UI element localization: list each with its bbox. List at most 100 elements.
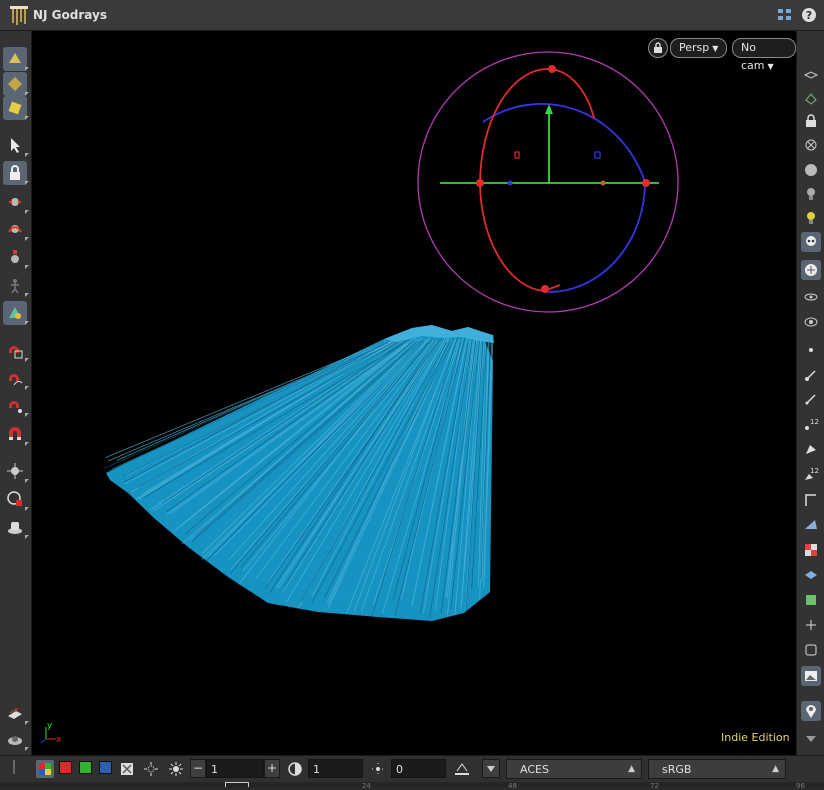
magnet-box-icon[interactable] (3, 338, 27, 362)
stamp-icon[interactable] (3, 727, 27, 751)
gizmo-red-ring (479, 68, 595, 292)
light-icon[interactable] (801, 184, 821, 204)
camera-label: No cam (741, 41, 765, 72)
skull-icon[interactable] (801, 232, 821, 252)
window-title: NJ Godrays (33, 8, 107, 22)
perspective-menu-button[interactable]: Persp ▼ (670, 38, 728, 58)
axis-icon[interactable] (801, 615, 821, 635)
lock-icon[interactable] (801, 111, 821, 131)
axis-indicator: y x (36, 719, 70, 751)
lut-toggle-icon[interactable] (453, 760, 471, 778)
timeline-marker[interactable] (225, 782, 249, 787)
updown-arrow-icon: ▲ (628, 764, 635, 774)
gizmo-handle-top (548, 65, 556, 73)
layer-icon[interactable] (801, 565, 821, 585)
template-icon[interactable] (801, 260, 821, 280)
rotate-icon[interactable] (3, 217, 27, 241)
vector-icon[interactable] (801, 389, 821, 409)
right-display-shelf: 12 12 (796, 31, 824, 755)
gamma-dots-icon[interactable] (142, 760, 160, 778)
gizmo-handle-right (642, 179, 650, 187)
viewport-lock-button[interactable] (648, 38, 668, 58)
title-bar: NJ Godrays ? (0, 0, 824, 31)
tree-layout-icon[interactable] (776, 6, 794, 24)
display-dropdown[interactable]: sRGB ▲ (648, 759, 786, 779)
view-camera-icon[interactable] (801, 311, 821, 331)
chevron-down-icon (487, 766, 495, 772)
options-menu-button[interactable] (482, 759, 500, 778)
uv-icon[interactable] (801, 515, 821, 535)
xray-icon[interactable] (801, 136, 821, 156)
uv-grid-icon[interactable] (801, 590, 821, 610)
viewport-bottom-bar: − 1 + 1 0 ACES ▲ sRGB ▲ (0, 755, 824, 782)
ruler-tick: 72 (650, 782, 659, 790)
lock-icon (654, 42, 662, 53)
pin-icon[interactable] (801, 701, 821, 721)
lut-dots-icon[interactable] (369, 760, 387, 778)
blue-channel-swatch[interactable] (99, 761, 112, 774)
brightness-icon[interactable] (167, 760, 185, 778)
scene-canvas[interactable] (32, 31, 796, 755)
edge-icon[interactable] (801, 490, 821, 510)
box-icon[interactable] (801, 640, 821, 660)
svg-text:12: 12 (810, 418, 819, 426)
lock-view-icon[interactable] (3, 161, 27, 185)
edition-label: Indie Edition (721, 731, 790, 744)
axis-y-label: y (47, 721, 53, 731)
normal-icon[interactable] (801, 365, 821, 385)
prim-icon[interactable] (801, 439, 821, 459)
alpha-channel-icon[interactable] (118, 760, 136, 778)
handle-icon[interactable] (7, 760, 21, 774)
gamma-field[interactable]: 1 (308, 759, 363, 778)
godray-geometry (103, 325, 494, 621)
paint-bucket-icon[interactable] (3, 47, 27, 71)
magnet-points-icon[interactable] (3, 393, 27, 417)
blackpoint-field[interactable]: 0 (391, 759, 446, 778)
magnet-curve-icon[interactable] (3, 366, 27, 390)
chevron-down-icon: ▼ (767, 62, 774, 71)
magnet-icon[interactable] (3, 422, 27, 446)
pose-icon[interactable] (3, 273, 27, 297)
shaded-icon[interactable] (801, 160, 821, 180)
display-options-icon[interactable] (801, 65, 821, 85)
contrast-icon[interactable] (286, 760, 304, 778)
checker-icon[interactable] (801, 540, 821, 560)
rotate-handle-gizmo (417, 51, 679, 313)
flipbook-icon[interactable] (3, 701, 27, 725)
point-number-icon[interactable]: 12 (801, 414, 821, 434)
shelf-scroll-down-icon[interactable] (801, 729, 821, 749)
increment-button[interactable]: + (264, 759, 280, 778)
camera-icon[interactable] (3, 515, 27, 539)
object-paint-icon[interactable] (3, 96, 27, 120)
persp-label: Persp (679, 41, 710, 54)
camera-menu-button[interactable]: No cam ▼ (732, 38, 796, 72)
red-channel-swatch[interactable] (59, 761, 72, 774)
help-icon[interactable]: ? (800, 6, 818, 24)
scale-icon[interactable] (3, 245, 27, 269)
ruler-tick: 96 (796, 782, 805, 790)
background-icon[interactable] (801, 666, 821, 686)
shade-icon[interactable] (3, 72, 27, 96)
headlight-icon[interactable] (801, 208, 821, 228)
visibility-icon[interactable] (801, 287, 821, 307)
ghost-icon[interactable] (801, 88, 821, 108)
select-arrow-icon[interactable] (3, 133, 27, 157)
3d-viewport[interactable]: Persp ▼ No cam ▼ y x Indie Edition (32, 31, 796, 755)
prim-number-icon[interactable]: 12 (801, 464, 821, 484)
color-correction-icon[interactable] (36, 760, 54, 778)
handle-active-icon[interactable] (3, 301, 27, 325)
decrement-button[interactable]: − (190, 759, 206, 778)
colorspace-label: ACES (520, 763, 549, 776)
display-label: sRGB (662, 763, 692, 776)
ruler-tick: 48 (508, 782, 517, 790)
exposure-field[interactable]: 1 (206, 759, 264, 778)
green-channel-swatch[interactable] (79, 761, 92, 774)
svg-text:12: 12 (810, 467, 819, 475)
render-region-icon[interactable] (3, 487, 27, 511)
transform-icon[interactable] (3, 190, 27, 214)
snap-icon[interactable] (3, 459, 27, 483)
point-icon[interactable] (801, 340, 821, 360)
colorspace-dropdown[interactable]: ACES ▲ (506, 759, 642, 779)
gizmo-blue-ring (482, 103, 646, 293)
gizmo-handle-bottom (541, 285, 549, 293)
